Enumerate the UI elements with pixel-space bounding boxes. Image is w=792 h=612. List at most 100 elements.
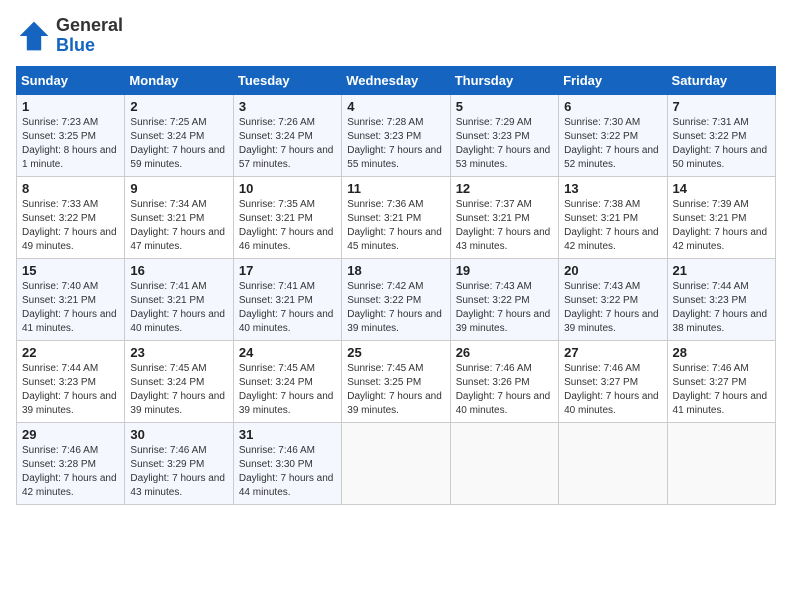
day-number: 31 bbox=[239, 427, 336, 442]
day-info: Sunrise: 7:31 AM Sunset: 3:22 PM Dayligh… bbox=[673, 116, 770, 172]
day-number: 13 bbox=[564, 181, 661, 196]
calendar-day-cell: 17 Sunrise: 7:41 AM Sunset: 3:21 PM Dayl… bbox=[233, 258, 341, 340]
day-info: Sunrise: 7:39 AM Sunset: 3:21 PM Dayligh… bbox=[673, 198, 770, 254]
page-header: General Blue bbox=[16, 16, 776, 56]
day-info: Sunrise: 7:37 AM Sunset: 3:21 PM Dayligh… bbox=[456, 198, 553, 254]
logo-text: General Blue bbox=[56, 16, 123, 56]
calendar-day-cell: 30 Sunrise: 7:46 AM Sunset: 3:29 PM Dayl… bbox=[125, 422, 233, 504]
calendar-week-row: 8 Sunrise: 7:33 AM Sunset: 3:22 PM Dayli… bbox=[17, 176, 776, 258]
calendar-day-cell: 6 Sunrise: 7:30 AM Sunset: 3:22 PM Dayli… bbox=[559, 94, 667, 176]
day-number: 9 bbox=[130, 181, 227, 196]
calendar-day-cell: 11 Sunrise: 7:36 AM Sunset: 3:21 PM Dayl… bbox=[342, 176, 450, 258]
day-number: 28 bbox=[673, 345, 770, 360]
day-info: Sunrise: 7:46 AM Sunset: 3:29 PM Dayligh… bbox=[130, 444, 227, 500]
weekday-header-row: SundayMondayTuesdayWednesdayThursdayFrid… bbox=[17, 66, 776, 94]
day-number: 29 bbox=[22, 427, 119, 442]
day-info: Sunrise: 7:46 AM Sunset: 3:27 PM Dayligh… bbox=[564, 362, 661, 418]
day-info: Sunrise: 7:45 AM Sunset: 3:24 PM Dayligh… bbox=[130, 362, 227, 418]
calendar-day-cell: 26 Sunrise: 7:46 AM Sunset: 3:26 PM Dayl… bbox=[450, 340, 558, 422]
day-info: Sunrise: 7:36 AM Sunset: 3:21 PM Dayligh… bbox=[347, 198, 444, 254]
calendar-day-cell: 10 Sunrise: 7:35 AM Sunset: 3:21 PM Dayl… bbox=[233, 176, 341, 258]
day-info: Sunrise: 7:30 AM Sunset: 3:22 PM Dayligh… bbox=[564, 116, 661, 172]
day-number: 11 bbox=[347, 181, 444, 196]
day-number: 7 bbox=[673, 99, 770, 114]
day-number: 25 bbox=[347, 345, 444, 360]
day-info: Sunrise: 7:29 AM Sunset: 3:23 PM Dayligh… bbox=[456, 116, 553, 172]
day-number: 15 bbox=[22, 263, 119, 278]
day-info: Sunrise: 7:46 AM Sunset: 3:26 PM Dayligh… bbox=[456, 362, 553, 418]
day-info: Sunrise: 7:43 AM Sunset: 3:22 PM Dayligh… bbox=[564, 280, 661, 336]
day-number: 2 bbox=[130, 99, 227, 114]
day-number: 17 bbox=[239, 263, 336, 278]
day-info: Sunrise: 7:46 AM Sunset: 3:30 PM Dayligh… bbox=[239, 444, 336, 500]
calendar-day-cell: 22 Sunrise: 7:44 AM Sunset: 3:23 PM Dayl… bbox=[17, 340, 125, 422]
weekday-label: Friday bbox=[559, 66, 667, 94]
weekday-label: Wednesday bbox=[342, 66, 450, 94]
weekday-label: Sunday bbox=[17, 66, 125, 94]
day-info: Sunrise: 7:41 AM Sunset: 3:21 PM Dayligh… bbox=[130, 280, 227, 336]
day-number: 4 bbox=[347, 99, 444, 114]
day-info: Sunrise: 7:45 AM Sunset: 3:24 PM Dayligh… bbox=[239, 362, 336, 418]
day-info: Sunrise: 7:46 AM Sunset: 3:28 PM Dayligh… bbox=[22, 444, 119, 500]
day-info: Sunrise: 7:28 AM Sunset: 3:23 PM Dayligh… bbox=[347, 116, 444, 172]
calendar-day-cell: 20 Sunrise: 7:43 AM Sunset: 3:22 PM Dayl… bbox=[559, 258, 667, 340]
calendar-week-row: 1 Sunrise: 7:23 AM Sunset: 3:25 PM Dayli… bbox=[17, 94, 776, 176]
calendar-day-cell: 1 Sunrise: 7:23 AM Sunset: 3:25 PM Dayli… bbox=[17, 94, 125, 176]
weekday-label: Saturday bbox=[667, 66, 775, 94]
calendar-day-cell: 16 Sunrise: 7:41 AM Sunset: 3:21 PM Dayl… bbox=[125, 258, 233, 340]
calendar-day-cell: 18 Sunrise: 7:42 AM Sunset: 3:22 PM Dayl… bbox=[342, 258, 450, 340]
calendar-day-cell: 31 Sunrise: 7:46 AM Sunset: 3:30 PM Dayl… bbox=[233, 422, 341, 504]
day-number: 24 bbox=[239, 345, 336, 360]
calendar-day-cell: 7 Sunrise: 7:31 AM Sunset: 3:22 PM Dayli… bbox=[667, 94, 775, 176]
calendar-day-cell: 5 Sunrise: 7:29 AM Sunset: 3:23 PM Dayli… bbox=[450, 94, 558, 176]
day-info: Sunrise: 7:35 AM Sunset: 3:21 PM Dayligh… bbox=[239, 198, 336, 254]
day-info: Sunrise: 7:34 AM Sunset: 3:21 PM Dayligh… bbox=[130, 198, 227, 254]
calendar-day-cell: 27 Sunrise: 7:46 AM Sunset: 3:27 PM Dayl… bbox=[559, 340, 667, 422]
weekday-label: Tuesday bbox=[233, 66, 341, 94]
calendar-week-row: 29 Sunrise: 7:46 AM Sunset: 3:28 PM Dayl… bbox=[17, 422, 776, 504]
day-number: 12 bbox=[456, 181, 553, 196]
calendar-body: 1 Sunrise: 7:23 AM Sunset: 3:25 PM Dayli… bbox=[17, 94, 776, 504]
calendar-day-cell: 2 Sunrise: 7:25 AM Sunset: 3:24 PM Dayli… bbox=[125, 94, 233, 176]
day-number: 27 bbox=[564, 345, 661, 360]
day-number: 18 bbox=[347, 263, 444, 278]
day-info: Sunrise: 7:23 AM Sunset: 3:25 PM Dayligh… bbox=[22, 116, 119, 172]
calendar-week-row: 22 Sunrise: 7:44 AM Sunset: 3:23 PM Dayl… bbox=[17, 340, 776, 422]
calendar-day-cell: 14 Sunrise: 7:39 AM Sunset: 3:21 PM Dayl… bbox=[667, 176, 775, 258]
weekday-label: Thursday bbox=[450, 66, 558, 94]
calendar-day-cell: 29 Sunrise: 7:46 AM Sunset: 3:28 PM Dayl… bbox=[17, 422, 125, 504]
calendar-day-cell: 4 Sunrise: 7:28 AM Sunset: 3:23 PM Dayli… bbox=[342, 94, 450, 176]
day-info: Sunrise: 7:41 AM Sunset: 3:21 PM Dayligh… bbox=[239, 280, 336, 336]
day-number: 5 bbox=[456, 99, 553, 114]
weekday-label: Monday bbox=[125, 66, 233, 94]
day-info: Sunrise: 7:44 AM Sunset: 3:23 PM Dayligh… bbox=[22, 362, 119, 418]
calendar-day-cell: 12 Sunrise: 7:37 AM Sunset: 3:21 PM Dayl… bbox=[450, 176, 558, 258]
calendar-day-cell bbox=[667, 422, 775, 504]
day-info: Sunrise: 7:33 AM Sunset: 3:22 PM Dayligh… bbox=[22, 198, 119, 254]
calendar-day-cell: 21 Sunrise: 7:44 AM Sunset: 3:23 PM Dayl… bbox=[667, 258, 775, 340]
day-number: 6 bbox=[564, 99, 661, 114]
logo: General Blue bbox=[16, 16, 123, 56]
day-info: Sunrise: 7:40 AM Sunset: 3:21 PM Dayligh… bbox=[22, 280, 119, 336]
day-info: Sunrise: 7:44 AM Sunset: 3:23 PM Dayligh… bbox=[673, 280, 770, 336]
day-number: 30 bbox=[130, 427, 227, 442]
day-number: 14 bbox=[673, 181, 770, 196]
logo-icon bbox=[16, 18, 52, 54]
calendar-day-cell bbox=[342, 422, 450, 504]
day-info: Sunrise: 7:25 AM Sunset: 3:24 PM Dayligh… bbox=[130, 116, 227, 172]
day-number: 19 bbox=[456, 263, 553, 278]
day-info: Sunrise: 7:46 AM Sunset: 3:27 PM Dayligh… bbox=[673, 362, 770, 418]
calendar-day-cell: 15 Sunrise: 7:40 AM Sunset: 3:21 PM Dayl… bbox=[17, 258, 125, 340]
day-number: 10 bbox=[239, 181, 336, 196]
day-number: 21 bbox=[673, 263, 770, 278]
calendar-day-cell: 8 Sunrise: 7:33 AM Sunset: 3:22 PM Dayli… bbox=[17, 176, 125, 258]
day-info: Sunrise: 7:38 AM Sunset: 3:21 PM Dayligh… bbox=[564, 198, 661, 254]
calendar-day-cell: 24 Sunrise: 7:45 AM Sunset: 3:24 PM Dayl… bbox=[233, 340, 341, 422]
day-info: Sunrise: 7:43 AM Sunset: 3:22 PM Dayligh… bbox=[456, 280, 553, 336]
calendar-day-cell: 28 Sunrise: 7:46 AM Sunset: 3:27 PM Dayl… bbox=[667, 340, 775, 422]
calendar-day-cell: 9 Sunrise: 7:34 AM Sunset: 3:21 PM Dayli… bbox=[125, 176, 233, 258]
calendar-day-cell: 3 Sunrise: 7:26 AM Sunset: 3:24 PM Dayli… bbox=[233, 94, 341, 176]
day-info: Sunrise: 7:26 AM Sunset: 3:24 PM Dayligh… bbox=[239, 116, 336, 172]
calendar-day-cell bbox=[450, 422, 558, 504]
day-number: 22 bbox=[22, 345, 119, 360]
